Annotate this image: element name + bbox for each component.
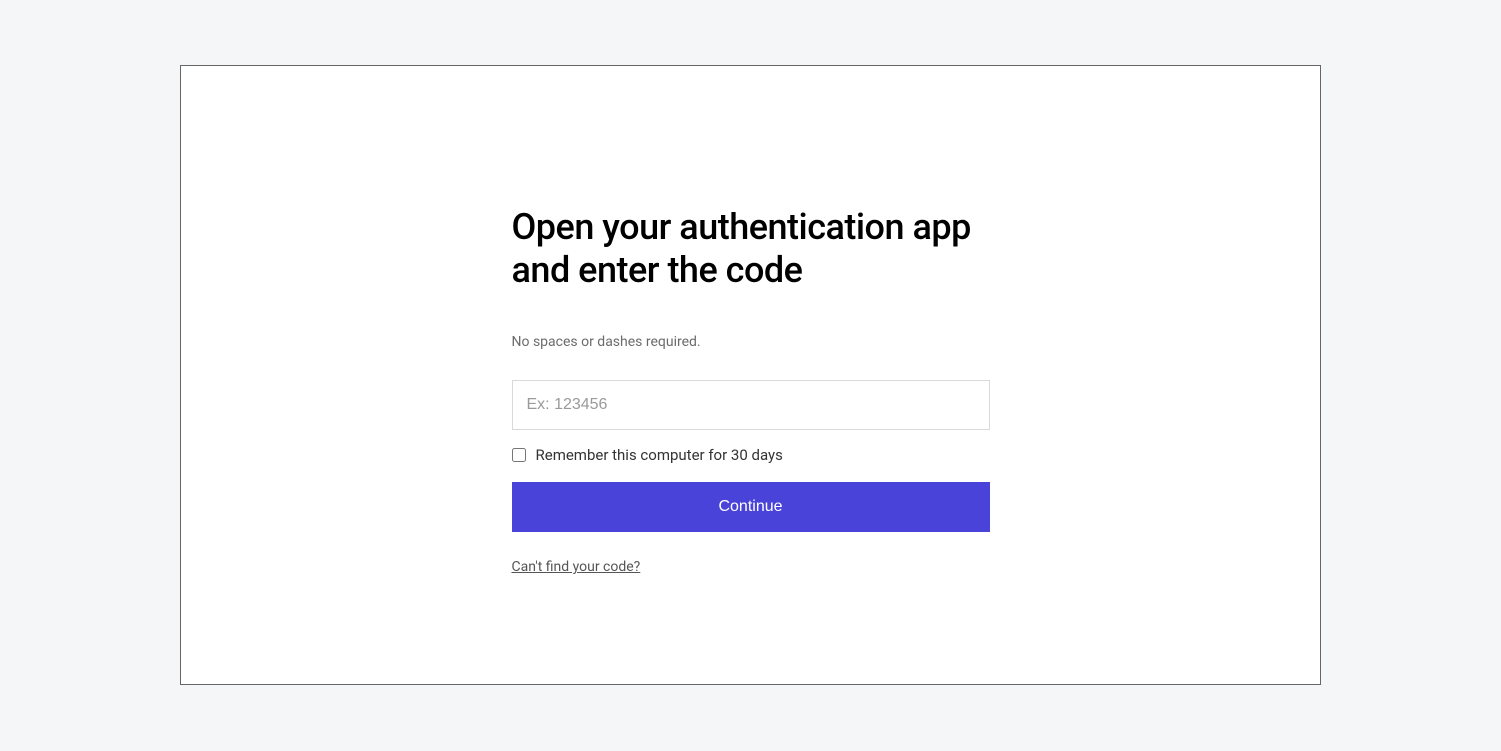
remember-row: Remember this computer for 30 days	[512, 446, 990, 464]
remember-checkbox[interactable]	[512, 448, 526, 462]
remember-label[interactable]: Remember this computer for 30 days	[536, 446, 783, 464]
auth-code-input[interactable]	[512, 380, 990, 430]
page-container: Open your authentication app and enter t…	[0, 0, 1501, 750]
cant-find-code-link[interactable]: Can't find your code?	[512, 559, 641, 575]
auth-heading: Open your authentication app and enter t…	[512, 206, 990, 292]
auth-card: Open your authentication app and enter t…	[180, 65, 1321, 685]
continue-button[interactable]: Continue	[512, 482, 990, 532]
auth-form: Open your authentication app and enter t…	[512, 206, 990, 684]
auth-subtext: No spaces or dashes required.	[512, 334, 990, 350]
